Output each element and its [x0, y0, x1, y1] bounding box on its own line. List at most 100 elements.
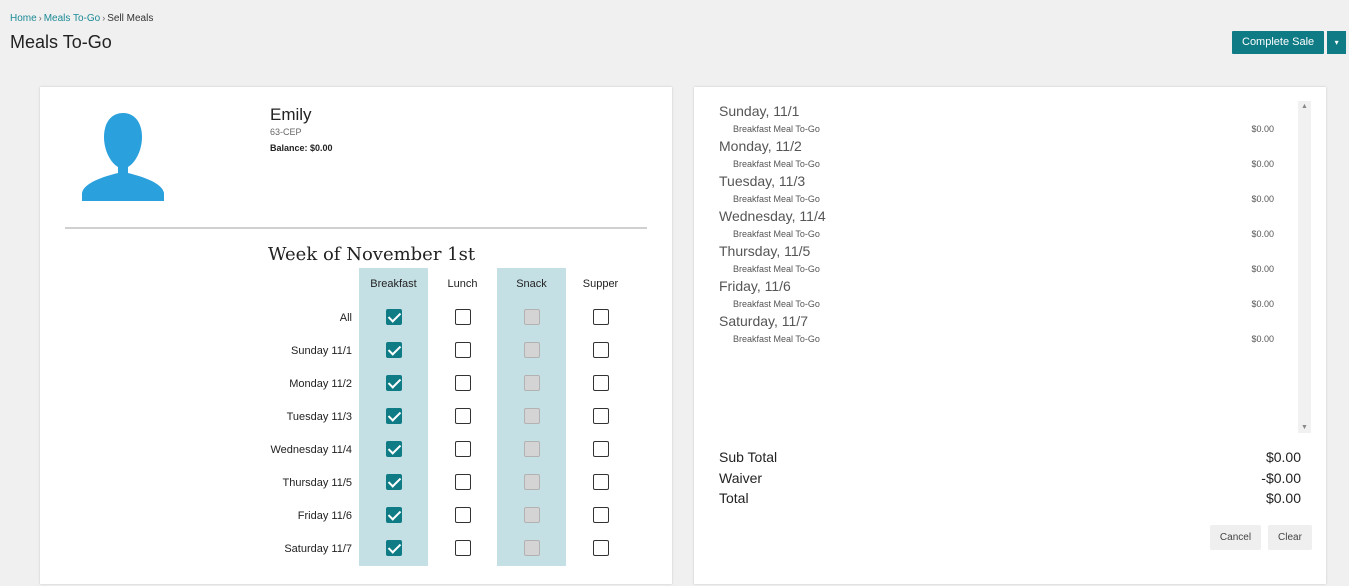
supper-checkbox[interactable] [593, 309, 609, 325]
snack-checkbox [524, 375, 540, 391]
total-label: Total [719, 490, 749, 506]
row-label: Tuesday 11/3 [286, 411, 352, 423]
order-item-name: Breakfast Meal To-Go [733, 229, 820, 239]
order-item-price: $0.00 [1251, 299, 1274, 309]
week-title: Week of November 1st [268, 244, 476, 265]
complete-sale-button[interactable]: Complete Sale [1232, 31, 1325, 54]
order-day-title: Thursday, 11/5 [719, 243, 811, 259]
supper-checkbox[interactable] [593, 375, 609, 391]
order-item-name: Breakfast Meal To-Go [733, 194, 820, 204]
order-item-price: $0.00 [1251, 264, 1274, 274]
breadcrumb: Home › Meals To-Go › Sell Meals [10, 13, 153, 24]
breakfast-checkbox[interactable] [386, 342, 402, 358]
order-day-title: Saturday, 11/7 [719, 313, 808, 329]
row-label: Friday 11/6 [297, 510, 352, 522]
order-day-group: Wednesday, 11/4 Breakfast Meal To-Go $0.00 [719, 208, 1274, 243]
order-day-group: Sunday, 11/1 Breakfast Meal To-Go $0.00 [719, 103, 1274, 138]
lunch-checkbox[interactable] [455, 441, 471, 457]
breakfast-checkbox[interactable] [386, 540, 402, 556]
lunch-checkbox[interactable] [455, 375, 471, 391]
order-item-price: $0.00 [1251, 124, 1274, 134]
row-label: Wednesday 11/4 [270, 444, 352, 456]
waiver-row: Waiver -$0.00 [719, 470, 1301, 491]
page-title: Meals To-Go [10, 32, 112, 52]
order-item-name: Breakfast Meal To-Go [733, 334, 820, 344]
order-item-price: $0.00 [1251, 194, 1274, 204]
order-items-list: Sunday, 11/1 Breakfast Meal To-Go $0.00 Mon… [719, 103, 1274, 348]
student-balance: Balance: $0.00 [270, 143, 333, 153]
row-label: All [339, 312, 352, 324]
order-day-title: Sunday, 11/1 [719, 103, 800, 119]
supper-checkbox[interactable] [593, 408, 609, 424]
breakfast-checkbox[interactable] [386, 375, 402, 391]
lunch-checkbox[interactable] [455, 342, 471, 358]
order-day-group: Thursday, 11/5 Breakfast Meal To-Go $0.00 [719, 243, 1274, 278]
supper-checkbox[interactable] [593, 507, 609, 523]
snack-checkbox [524, 309, 540, 325]
order-day-group: Friday, 11/6 Breakfast Meal To-Go $0.00 [719, 278, 1274, 313]
row-label: Monday 11/2 [289, 378, 352, 390]
order-item-price: $0.00 [1251, 334, 1274, 344]
order-list-scrollbar[interactable]: ▲ ▼ [1298, 101, 1311, 433]
supper-checkbox[interactable] [593, 474, 609, 490]
snack-checkbox [524, 540, 540, 556]
column-header-supper: Supper [582, 278, 619, 290]
breakfast-checkbox[interactable] [386, 408, 402, 424]
lunch-checkbox[interactable] [455, 474, 471, 490]
order-day-group: Tuesday, 11/3 Breakfast Meal To-Go $0.00 [719, 173, 1274, 208]
total-row: Total $0.00 [719, 490, 1301, 511]
student-name: Emily [270, 105, 312, 124]
order-item-name: Breakfast Meal To-Go [733, 124, 820, 134]
row-label: Thursday 11/5 [282, 477, 352, 489]
supper-checkbox[interactable] [593, 441, 609, 457]
breadcrumb-current: Sell Meals [107, 13, 154, 24]
breadcrumb-home-link[interactable]: Home [10, 13, 37, 24]
breakfast-checkbox[interactable] [386, 309, 402, 325]
subtotal-value: $0.00 [1265, 449, 1301, 465]
subtotal-row: Sub Total $0.00 [719, 449, 1301, 470]
order-day-group: Monday, 11/2 Breakfast Meal To-Go $0.00 [719, 138, 1274, 173]
order-day-title: Wednesday, 11/4 [719, 208, 826, 224]
row-label: Sunday 11/1 [291, 345, 352, 357]
breadcrumb-meals-link[interactable]: Meals To-Go [44, 13, 101, 24]
waiver-label: Waiver [719, 469, 763, 486]
order-item-price: $0.00 [1251, 229, 1274, 239]
order-item-name: Breakfast Meal To-Go [733, 264, 820, 274]
order-day-title: Monday, 11/2 [719, 138, 802, 154]
snack-checkbox [524, 507, 540, 523]
supper-checkbox[interactable] [593, 540, 609, 556]
row-label: Saturday 11/7 [284, 543, 352, 555]
scroll-up-icon[interactable]: ▲ [1298, 103, 1311, 110]
column-header-snack: Snack [516, 278, 547, 290]
snack-checkbox [524, 408, 540, 424]
scroll-down-icon[interactable]: ▼ [1298, 424, 1311, 431]
breakfast-checkbox[interactable] [386, 441, 402, 457]
sale-actions: Complete Sale ▾ [1232, 31, 1347, 54]
order-day-title: Friday, 11/6 [719, 278, 791, 294]
column-header-breakfast: Breakfast [370, 278, 417, 290]
cancel-button[interactable]: Cancel [1210, 525, 1261, 550]
lunch-checkbox[interactable] [455, 507, 471, 523]
breakfast-checkbox[interactable] [386, 507, 402, 523]
lunch-checkbox[interactable] [455, 540, 471, 556]
order-day-group: Saturday, 11/7 Breakfast Meal To-Go $0.00 [719, 313, 1274, 348]
student-meal-panel: Emily 63-CEP Balance: $0.00 Week of Nove… [40, 87, 672, 584]
order-summary-panel: Sunday, 11/1 Breakfast Meal To-Go $0.00 Mon… [694, 87, 1326, 584]
breadcrumb-separator: › [38, 13, 42, 23]
total-value: $0.00 [1265, 490, 1301, 506]
snack-checkbox [524, 474, 540, 490]
lunch-checkbox[interactable] [455, 408, 471, 424]
divider [65, 227, 647, 229]
order-item-name: Breakfast Meal To-Go [733, 159, 820, 169]
order-day-title: Tuesday, 11/3 [719, 173, 806, 189]
lunch-checkbox[interactable] [455, 309, 471, 325]
supper-checkbox[interactable] [593, 342, 609, 358]
sale-options-dropdown-button[interactable]: ▾ [1327, 31, 1347, 54]
column-header-lunch: Lunch [447, 278, 478, 290]
snack-checkbox [524, 342, 540, 358]
breadcrumb-separator: › [102, 13, 106, 23]
clear-button[interactable]: Clear [1268, 525, 1312, 550]
order-item-name: Breakfast Meal To-Go [733, 299, 820, 309]
waiver-value: -$0.00 [1261, 469, 1301, 486]
breakfast-checkbox[interactable] [386, 474, 402, 490]
